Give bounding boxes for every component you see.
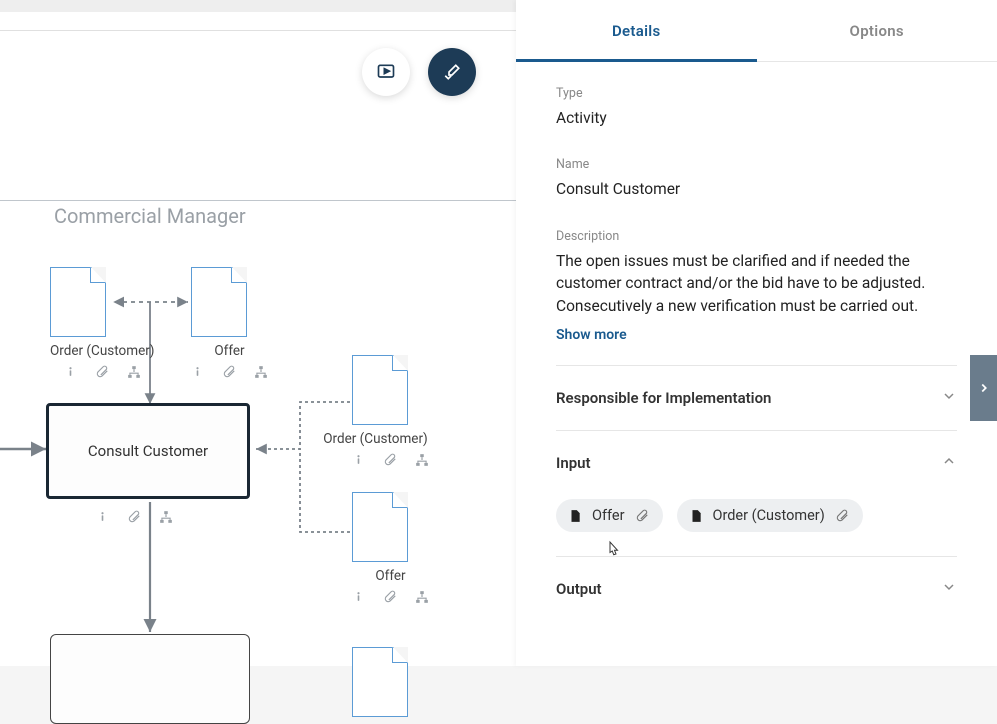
lane-title: Commercial Manager [54,204,246,228]
field-name: Name Consult Customer [556,157,957,200]
chip-label: Offer [592,507,625,524]
chevron-down-icon [941,579,957,599]
panel-tabs: Details Options [516,0,997,62]
section-title: Output [556,580,602,598]
doc-order-customer-right[interactable]: Order (Customer) [352,355,429,467]
activity-consult-customer[interactable]: Consult Customer [46,403,250,499]
chip-order-customer[interactable]: Order (Customer) [677,499,863,532]
info-icon[interactable] [352,590,365,604]
field-description: Description The open issues must be clar… [556,229,957,343]
doc-label: Order (Customer) [322,431,429,447]
hierarchy-icon[interactable] [415,590,429,604]
show-more-link[interactable]: Show more [556,327,957,343]
doc-label: Offer [191,343,268,359]
chevron-down-icon [941,388,957,408]
section-output[interactable]: Output [556,556,957,621]
section-title: Responsible for Implementation [556,389,771,407]
info-icon[interactable] [96,510,109,524]
play-icon [376,62,396,82]
doc-label: Offer [352,568,429,584]
field-type: Type Activity [556,86,957,129]
field-label: Name [556,157,957,172]
chip-offer[interactable]: Offer [556,499,663,532]
info-icon[interactable] [64,365,77,379]
info-icon[interactable] [191,365,204,379]
chip-label: Order (Customer) [713,507,825,524]
tab-details[interactable]: Details [516,0,757,61]
lane-divider [0,200,516,201]
play-button[interactable] [362,48,410,96]
doc-offer-top[interactable]: Offer [191,267,268,379]
attachment-icon [835,509,849,523]
field-label: Description [556,229,957,244]
activity-next[interactable] [50,634,250,724]
chevron-up-icon [941,453,957,473]
attachment-icon [635,509,649,523]
field-value: Activity [556,107,957,129]
field-value: Consult Customer [556,178,957,200]
doc-offer-right[interactable]: Offer [352,492,429,604]
section-responsible[interactable]: Responsible for Implementation [556,365,957,430]
attachment-icon[interactable] [127,510,141,524]
diagram-canvas[interactable]: Commercial Manager Order (Customer) Offe [0,0,516,666]
doc-partial-bottom[interactable] [352,647,408,717]
attachment-icon[interactable] [383,453,397,467]
document-icon [568,508,582,524]
activity-label: Consult Customer [88,442,208,460]
hierarchy-icon[interactable] [415,453,429,467]
attachment-icon[interactable] [222,365,236,379]
document-icon [689,508,703,524]
hierarchy-icon[interactable] [254,365,268,379]
hierarchy-icon[interactable] [159,510,173,524]
field-value: The open issues must be clarified and if… [556,250,957,317]
doc-label: Order (Customer) [50,343,155,359]
section-title: Input [556,454,591,472]
doc-order-customer-top[interactable]: Order (Customer) [50,267,155,379]
collapse-panel-button[interactable] [970,355,997,421]
field-label: Type [556,86,957,101]
attachment-icon[interactable] [95,365,109,379]
section-input[interactable]: Input [556,430,957,495]
attachment-icon[interactable] [383,590,397,604]
edit-icon [443,63,461,81]
cursor-icon [604,540,622,562]
edit-button[interactable] [428,48,476,96]
info-icon[interactable] [352,453,365,467]
details-panel: Details Options Type Activity Name Consu… [516,0,997,666]
hierarchy-icon[interactable] [127,365,141,379]
chevron-right-icon [977,381,991,395]
tab-options[interactable]: Options [757,0,997,61]
